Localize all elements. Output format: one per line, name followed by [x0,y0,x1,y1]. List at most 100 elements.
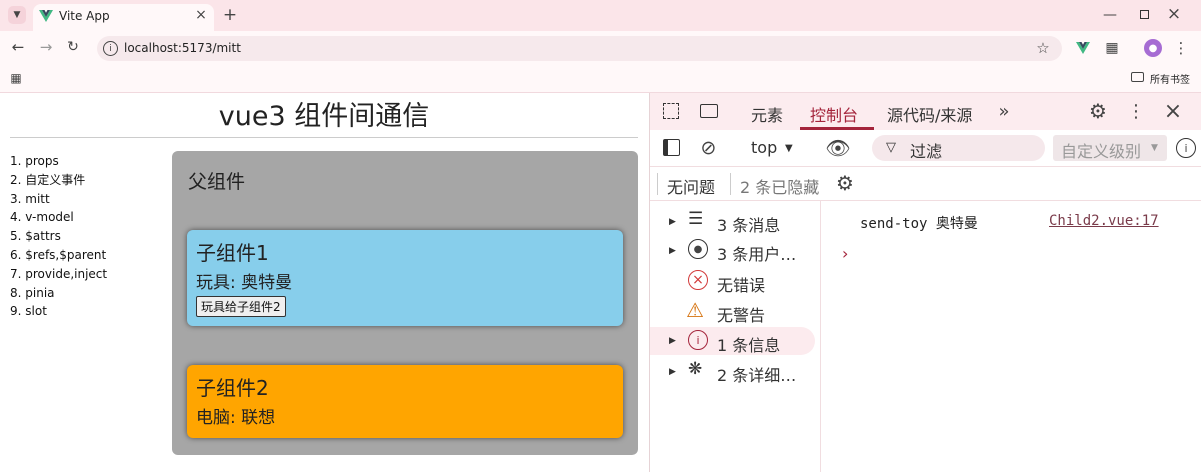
browser-tab-bar: ▼ Vite App × + — × [0,0,1201,31]
vue-logo-icon [39,10,53,22]
more-tabs-chevron-icon[interactable]: » [994,101,1014,122]
reload-icon[interactable]: ↻ [64,38,82,56]
nav-item-refs-parent[interactable]: 6. $refs,$parent [10,246,107,265]
expand-caret-icon: ▶ [669,246,676,256]
child1-title: 子组件1 [196,241,269,265]
child1-toy: 玩具: 奥特曼 [196,273,293,293]
sidebar-warnings[interactable]: ⚠ 无警告 [650,298,815,326]
tab-title: Vite App [59,9,110,23]
log-level-dropdown[interactable]: 自定义级别 ▼ [1053,135,1167,161]
filter-input[interactable]: ▽ 过滤 [872,135,1045,161]
console-prompt-chevron-icon[interactable]: › [842,244,848,263]
sidebar-user-label: 3 条用户… [717,245,797,264]
profile-avatar-icon[interactable]: ● [1144,39,1162,57]
child2-title: 子组件2 [196,376,269,400]
sidebar-errors-label: 无错误 [717,276,766,295]
tab-elements[interactable]: 元素 [751,102,783,126]
address-bar[interactable]: i localhost:5173/mitt ☆ [97,36,1062,61]
console-settings-gear-icon[interactable]: ⚙ [834,171,856,195]
sidebar-user-messages[interactable]: ▶ ● 3 条用户… [650,237,815,265]
all-bookmarks-label[interactable]: 所有书签 [1150,71,1190,86]
bookmarks-bar: ▦ 所有书签 [0,64,1201,93]
url-text[interactable]: localhost:5173/mitt [124,41,241,55]
tab-search-chevron-icon[interactable]: ▼ [8,6,26,24]
apps-grid-icon[interactable]: ▦ [8,70,24,86]
user-circle-icon: ● [688,239,708,259]
clear-console-icon[interactable]: ⊘ [698,137,719,159]
log-level-chevron-icon: ▼ [1151,143,1158,153]
nav-item-custom-event[interactable]: 2. 自定义事件 [10,171,107,190]
minimize-icon[interactable]: — [1100,5,1120,25]
nav-item-attrs[interactable]: 5. $attrs [10,227,107,246]
sidebar-warnings-label: 无警告 [717,306,766,325]
extensions-puzzle-icon[interactable]: ▦ [1103,39,1121,57]
issues-bar: 无问题 2 条已隐藏 ⚙ [650,167,1201,201]
expand-caret-icon: ▶ [669,336,676,346]
devtools-panel: 元素 控制台 源代码/来源 » ⚙ ⋮ × ⊘ top ▼ 👁 ▽ 过滤 自定义… [649,93,1201,472]
give-toy-button[interactable]: 玩具给子组件2 [196,296,286,317]
console-log-source-link[interactable]: Child2.vue:17 [1049,213,1159,229]
parent-component: 父组件 子组件1 玩具: 奥特曼 玩具给子组件2 子组件2 电脑: 联想 [172,151,638,455]
nav-item-provide-inject[interactable]: 7. provide,inject [10,265,107,284]
sidebar-verbose-label: 2 条详细… [717,366,797,385]
child2-component: 子组件2 电脑: 联想 [187,365,623,438]
devtools-close-icon[interactable]: × [1162,99,1184,124]
maximize-icon[interactable] [1140,10,1149,19]
console-toolbar: ⊘ top ▼ 👁 ▽ 过滤 自定义级别 ▼ i [650,130,1201,167]
web-page: vue3 组件间通信 1. props 2. 自定义事件 3. mitt 4. … [0,93,648,472]
tab-close-icon[interactable]: × [193,7,209,23]
bug-icon: ❋ [688,359,703,379]
filter-placeholder: 过滤 [910,142,943,161]
inspect-element-icon[interactable] [663,103,679,119]
context-dropdown-icon[interactable]: ▼ [785,143,793,154]
sidebar-messages[interactable]: ▶ ☰ 3 条消息 [650,208,815,236]
window-close-icon[interactable]: × [1164,4,1184,24]
browser-menu-icon[interactable]: ⋮ [1172,39,1190,57]
console-log-message: send-toy 奥特曼 [860,216,978,232]
list-icon: ☰ [688,209,704,229]
forward-arrow-icon[interactable]: → [37,38,55,56]
settings-gear-icon[interactable]: ⚙ [1087,99,1109,123]
sidebar-verbose[interactable]: ▶ ❋ 2 条详细… [650,358,815,386]
vue-devtools-extension-icon[interactable] [1076,42,1090,54]
live-expression-eye-icon[interactable]: 👁 [825,136,851,160]
filter-funnel-icon: ▽ [886,140,896,155]
child1-component: 子组件1 玩具: 奥特曼 玩具给子组件2 [187,230,623,326]
log-level-label: 自定义级别 [1061,142,1142,161]
sidebar-info[interactable]: ▶ i 1 条信息 [650,327,815,355]
back-arrow-icon[interactable]: ← [9,38,27,56]
device-toolbar-icon[interactable] [700,104,718,118]
nav-item-v-model[interactable]: 4. v-model [10,208,107,227]
nav-item-pinia[interactable]: 8. pinia [10,284,107,303]
bookmark-star-icon[interactable]: ☆ [1034,39,1052,57]
page-title: vue3 组件间通信 [218,101,430,132]
console-info-icon[interactable]: i [1176,138,1196,158]
site-info-icon[interactable]: i [103,41,118,56]
expand-caret-icon: ▶ [669,367,676,377]
no-issues-label[interactable]: 无问题 [667,174,715,198]
tab-console[interactable]: 控制台 [810,102,858,126]
sidebar-errors[interactable]: × 无错误 [650,268,815,296]
tab-sources[interactable]: 源代码/来源 [887,102,972,126]
browser-tab[interactable]: Vite App × [33,4,214,31]
hidden-count-label: 2 条已隐藏 [740,178,820,197]
title-divider [10,137,638,138]
info-circle-icon: i [688,330,708,350]
context-selector[interactable]: top [751,138,777,157]
devtools-tab-bar: 元素 控制台 源代码/来源 » ⚙ ⋮ × [650,93,1201,130]
folder-icon [1131,72,1144,82]
error-circle-icon: × [688,270,708,290]
nav-item-slot[interactable]: 9. slot [10,302,107,321]
parent-title: 父组件 [188,171,246,193]
nav-list: 1. props 2. 自定义事件 3. mitt 4. v-model 5. … [10,152,107,321]
sidebar-toggle-icon[interactable] [663,139,680,156]
nav-item-props[interactable]: 1. props [10,152,107,171]
expand-caret-icon: ▶ [669,217,676,227]
nav-item-mitt[interactable]: 3. mitt [10,190,107,209]
devtools-menu-icon[interactable]: ⋮ [1127,101,1145,122]
new-tab-plus-icon[interactable]: + [221,5,239,25]
warning-triangle-icon: ⚠ [686,298,704,322]
sidebar-info-label: 1 条信息 [717,336,781,355]
console-sidebar: ▶ ☰ 3 条消息 ▶ ● 3 条用户… × 无错误 ⚠ 无警告 ▶ i 1 条… [650,201,821,472]
child2-computer: 电脑: 联想 [196,408,276,428]
